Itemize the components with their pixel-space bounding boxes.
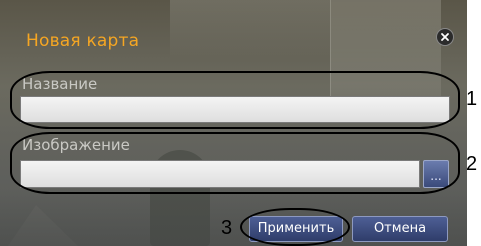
close-icon [441,33,449,41]
dialog-title: Новая карта [26,31,140,51]
callout-outline-3 [240,208,350,246]
cancel-button[interactable]: Отмена [352,216,448,242]
callout-outline-2 [10,132,460,194]
callout-number-1: 1 [466,88,478,110]
callout-number-2: 2 [466,153,478,175]
background-sky [170,0,330,60]
close-button[interactable] [437,29,453,45]
callout-outline-1 [10,71,460,129]
callout-number-3: 3 [221,217,233,239]
